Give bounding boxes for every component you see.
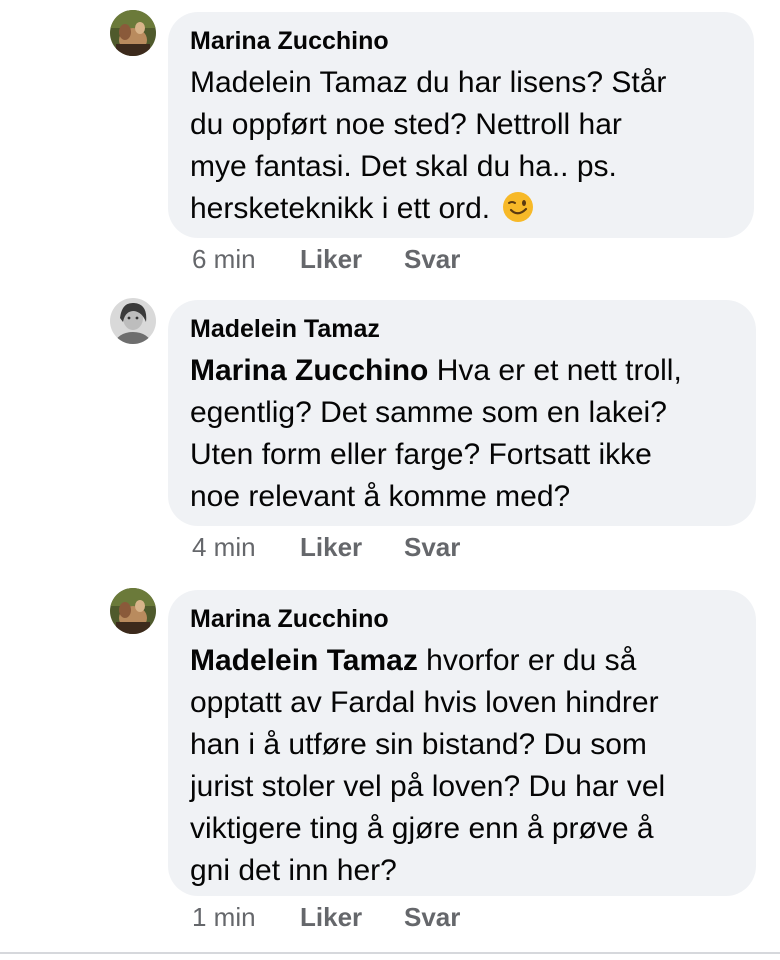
comment-bubble: Marina Zucchino Madelein Tamaz du har li… (168, 12, 754, 238)
like-button[interactable]: Liker (300, 244, 404, 274)
reply-button[interactable]: Svar (404, 532, 460, 562)
like-button[interactable]: Liker (300, 532, 404, 562)
comment-author[interactable]: Marina Zucchino (190, 604, 732, 634)
mention-link[interactable]: Marina Zucchino (190, 354, 428, 387)
comment-author[interactable]: Madelein Tamaz (190, 314, 732, 344)
comment-line: hvorfor er du så (417, 644, 637, 677)
comment-line: gni det inn her? (190, 854, 397, 887)
mention-link[interactable]: Madelein Tamaz (190, 644, 418, 677)
comment-thread: Marina Zucchino Madelein Tamaz du har li… (0, 0, 780, 960)
comment-text: Madelein Tamaz du har lisens? Står du op… (190, 62, 730, 230)
reply-button[interactable]: Svar (404, 902, 460, 932)
avatar[interactable] (110, 298, 156, 344)
comment-line: viktigere ting å gjøre enn å prøve å (190, 812, 654, 845)
comment-actions: 6 min Liker Svar (192, 244, 460, 274)
comment-line: han i å utføre sin bistand? Du som (190, 728, 647, 761)
comment-actions: 1 min Liker Svar (192, 902, 460, 932)
comment-line: jurist stoler vel på loven? Du har vel (190, 770, 666, 803)
comment-line: Uten form eller farge? Fortsatt ikke (190, 438, 652, 471)
comment-line: du oppført noe sted? Nettroll har (190, 108, 622, 141)
comment-timestamp[interactable]: 6 min (192, 244, 300, 274)
winking-face-icon (502, 191, 534, 223)
comment-text: Madelein Tamaz hvorfor er du så opptatt … (190, 640, 732, 892)
comment-actions: 4 min Liker Svar (192, 532, 460, 562)
comment-line: noe relevant å komme med? (190, 480, 571, 513)
like-button[interactable]: Liker (300, 902, 404, 932)
comment-line: Hva er et nett troll, (428, 354, 682, 387)
comment-line: Madelein Tamaz du har lisens? Står (190, 66, 667, 99)
comment-line: egentlig? Det samme som en lakei? (190, 396, 667, 429)
avatar[interactable] (110, 10, 156, 56)
comment-author[interactable]: Marina Zucchino (190, 26, 730, 56)
comment-bubble: Marina Zucchino Madelein Tamaz hvorfor e… (168, 590, 756, 896)
avatar[interactable] (110, 588, 156, 634)
comment-timestamp[interactable]: 1 min (192, 902, 300, 932)
comment-line: mye fantasi. Det skal du ha.. ps. (190, 150, 617, 183)
comment-text: Marina Zucchino Hva er et nett troll, eg… (190, 350, 732, 518)
divider (0, 952, 780, 954)
comment-timestamp[interactable]: 4 min (192, 532, 300, 562)
comment-line: opptatt av Fardal hvis loven hindrer (190, 686, 659, 719)
comment-bubble: Madelein Tamaz Marina Zucchino Hva er et… (168, 300, 756, 526)
reply-button[interactable]: Svar (404, 244, 460, 274)
comment-line: hersketeknikk i ett ord. (190, 192, 491, 225)
